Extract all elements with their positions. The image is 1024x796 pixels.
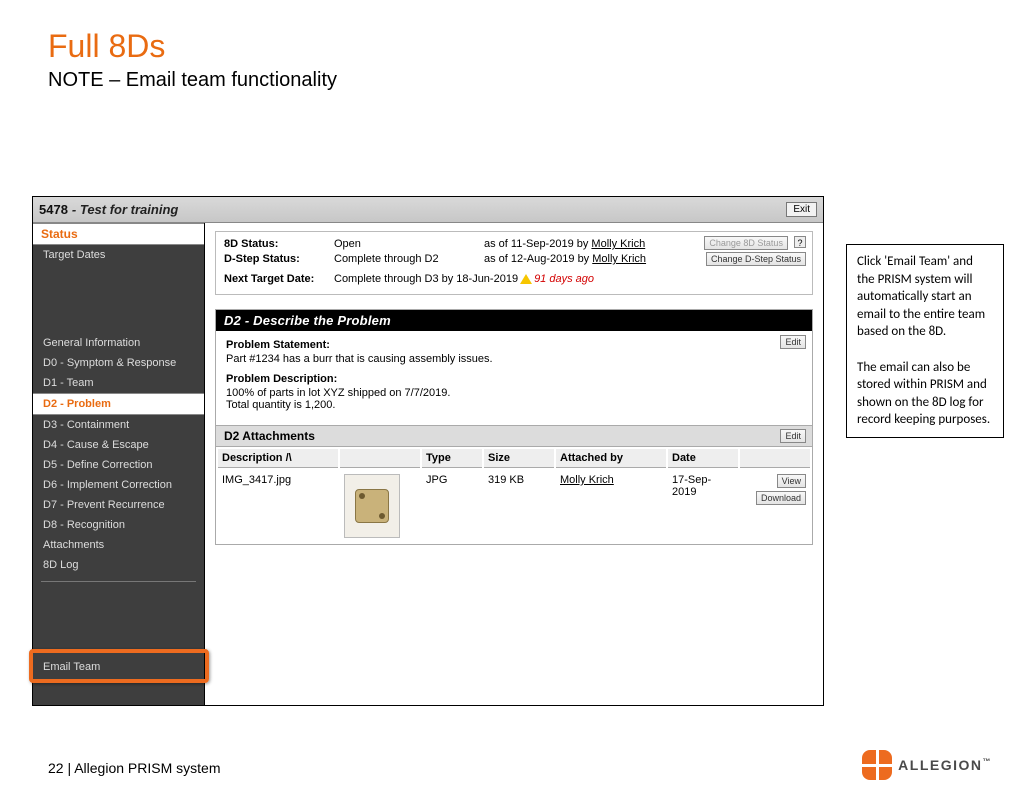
dstep-status-asof: as of 12-Aug-2019 by Molly Krich (484, 253, 646, 265)
slide-title: Full 8Ds (48, 28, 1024, 65)
view-attachment-button[interactable]: View (777, 474, 806, 488)
col-description[interactable]: Description /\ (218, 449, 338, 468)
next-target-value: Complete through D3 by 18-Jun-2019 (334, 273, 518, 285)
sidebar-item-d2[interactable]: D2 - Problem (33, 393, 204, 415)
sidebar: Status Target Dates General Information … (33, 223, 205, 705)
8d-status-value: Open (334, 238, 484, 250)
callout-box: Click 'Email Team' and the PRISM system … (846, 244, 1004, 438)
attachment-date: 17-Sep-2019 (668, 470, 738, 542)
8d-status-asof: as of 11-Sep-2019 by Molly Krich (484, 238, 645, 250)
attachment-thumbnail[interactable] (344, 474, 400, 538)
record-id: 5478 (39, 202, 68, 217)
help-icon[interactable]: ? (794, 236, 806, 248)
sidebar-item-d1[interactable]: D1 - Team (33, 373, 204, 393)
d2-section: D2 - Describe the Problem Edit Problem S… (215, 309, 813, 545)
dstep-status-label: D-Step Status: (224, 253, 334, 265)
change-dstep-status-button[interactable]: Change D-Step Status (706, 252, 806, 266)
attachment-type: JPG (422, 470, 482, 542)
sidebar-status-label: Status (33, 223, 204, 245)
slide-subtitle: NOTE – Email team functionality (48, 69, 1024, 92)
col-type[interactable]: Type (422, 449, 482, 468)
problem-statement-text: Part #1234 has a burr that is causing as… (226, 353, 802, 365)
app-window: 5478 - Test for training Exit Status Tar… (32, 196, 824, 706)
main-panel: Change 8D Status ? Change D-Step Status … (205, 223, 823, 705)
slide-footer: 22 | Allegion PRISM system (48, 760, 220, 776)
edit-problem-button[interactable]: Edit (780, 335, 806, 349)
sidebar-item-d6[interactable]: D6 - Implement Correction (33, 475, 204, 495)
col-date[interactable]: Date (668, 449, 738, 468)
sidebar-item-d5[interactable]: D5 - Define Correction (33, 455, 204, 475)
col-thumb (340, 449, 420, 468)
attachment-row: IMG_3417.jpg JPG 319 KB Molly Krich 17-S… (218, 470, 810, 542)
sidebar-item-d8[interactable]: D8 - Recognition (33, 515, 204, 535)
change-8d-status-button[interactable]: Change 8D Status (704, 236, 788, 250)
email-team-button[interactable]: Email Team (33, 655, 204, 679)
next-target-label: Next Target Date: (224, 273, 334, 285)
overdue-text: 91 days ago (534, 273, 594, 285)
callout-paragraph-2: The email can also be stored within PRIS… (857, 359, 993, 429)
sidebar-target-dates[interactable]: Target Dates (33, 245, 204, 265)
sidebar-item-general-info[interactable]: General Information (33, 333, 204, 353)
status-block: Change 8D Status ? Change D-Step Status … (215, 231, 813, 295)
dstep-status-value: Complete through D2 (334, 253, 484, 265)
callout-paragraph-1: Click 'Email Team' and the PRISM system … (857, 253, 993, 341)
d2-section-heading: D2 - Describe the Problem (216, 310, 812, 331)
sidebar-item-attachments[interactable]: Attachments (33, 535, 204, 555)
problem-description-text: 100% of parts in lot XYZ shipped on 7/7/… (226, 387, 802, 411)
sidebar-item-8d-log[interactable]: 8D Log (33, 555, 204, 575)
problem-statement-label: Problem Statement: (226, 339, 802, 351)
8d-status-label: 8D Status: (224, 238, 334, 250)
warning-icon (520, 274, 532, 284)
d2-attachments-heading: D2 Attachments Edit (216, 425, 812, 447)
sidebar-item-d4[interactable]: D4 - Cause & Escape (33, 435, 204, 455)
attachment-user-link[interactable]: Molly Krich (560, 474, 614, 486)
sidebar-item-d3[interactable]: D3 - Containment (33, 415, 204, 435)
app-header: 5478 - Test for training Exit (33, 197, 823, 223)
edit-attachments-button[interactable]: Edit (780, 429, 806, 443)
col-attached-by[interactable]: Attached by (556, 449, 666, 468)
download-attachment-button[interactable]: Download (756, 491, 806, 505)
record-title: - Test for training (72, 202, 178, 217)
sidebar-item-d7[interactable]: D7 - Prevent Recurrence (33, 495, 204, 515)
attachments-table: Description /\ Type Size Attached by Dat… (216, 447, 812, 544)
logo-mark-icon (862, 750, 892, 780)
col-size[interactable]: Size (484, 449, 554, 468)
attachment-size: 319 KB (484, 470, 554, 542)
exit-button[interactable]: Exit (786, 202, 817, 217)
problem-description-label: Problem Description: (226, 373, 802, 385)
allegion-logo: ALLEGION™ (862, 750, 992, 780)
sidebar-item-d0[interactable]: D0 - Symptom & Response (33, 353, 204, 373)
dstep-status-user-link[interactable]: Molly Krich (592, 253, 646, 265)
8d-status-user-link[interactable]: Molly Krich (591, 238, 645, 250)
attachment-filename: IMG_3417.jpg (218, 470, 338, 542)
logo-text: ALLEGION™ (898, 757, 992, 773)
